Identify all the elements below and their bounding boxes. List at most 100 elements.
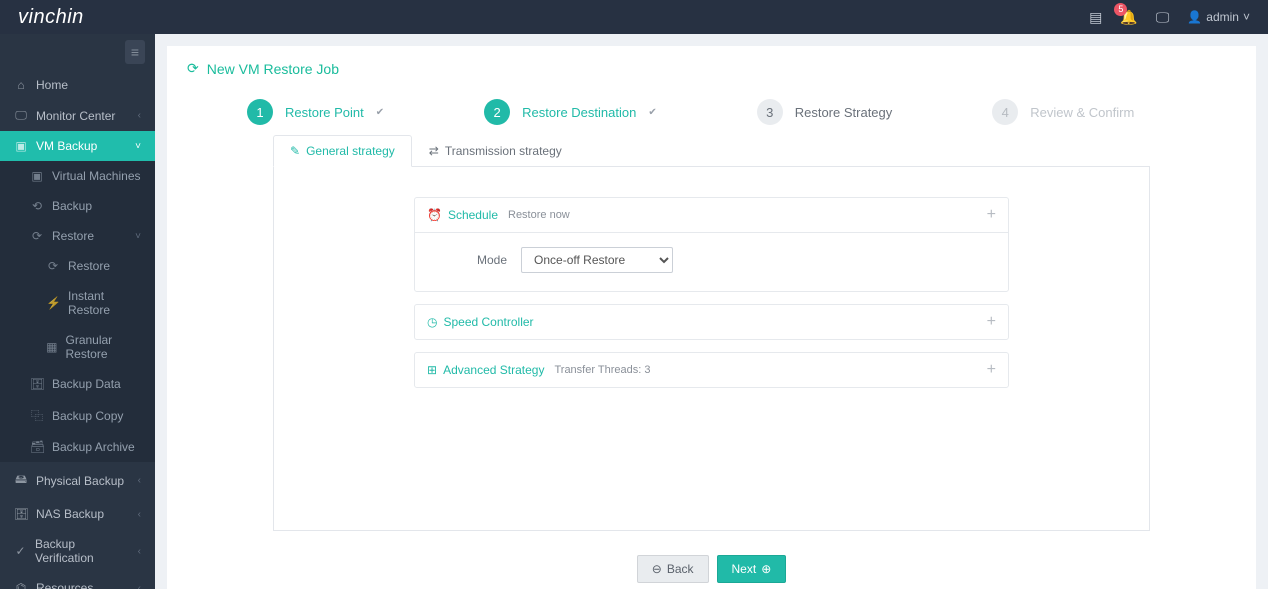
brand-vin: vin: [18, 6, 45, 28]
grid-icon: ⊞: [427, 363, 437, 377]
accordion-schedule: ⏰ Schedule Restore now + Mode Once-off Re…: [414, 197, 1009, 292]
step-number: 3: [757, 99, 783, 125]
arrow-right-icon: ⊕: [761, 562, 771, 576]
monitor-icon[interactable]: 🖵: [1156, 9, 1170, 26]
next-button[interactable]: Next⊕: [717, 555, 787, 583]
sidebar-item-label: VM Backup: [36, 139, 97, 153]
tab-transmission-strategy[interactable]: ⇄Transmission strategy: [412, 135, 579, 167]
sidebar-item-label: Backup Copy: [52, 409, 123, 423]
strategy-tabs: ✎General strategy ⇄Transmission strategy: [273, 135, 1236, 167]
mode-label: Mode: [477, 253, 507, 267]
step-restore-destination[interactable]: 2 Restore Destination ✔: [484, 99, 657, 125]
accordion-header-schedule[interactable]: ⏰ Schedule Restore now +: [415, 198, 1008, 232]
accordion-header-advanced[interactable]: ⊞ Advanced Strategy Transfer Threads: 3 +: [415, 353, 1008, 387]
accordion-title: Schedule: [448, 208, 498, 222]
sidebar-item-label: Instant Restore: [68, 289, 141, 317]
sidebar-item-granular-restore[interactable]: ▦ Granular Restore: [0, 325, 155, 369]
sidebar-item-restore[interactable]: ⟳ Restore ˅: [0, 221, 155, 251]
step-restore-point[interactable]: 1 Restore Point ✔: [247, 99, 384, 125]
strategy-form-area: ⏰ Schedule Restore now + Mode Once-off Re…: [273, 166, 1150, 531]
sidebar-item-label: Resources: [36, 581, 93, 589]
sidebar-item-label: Backup Data: [52, 377, 121, 391]
sidebar-item-backup[interactable]: ⟲ Backup: [0, 191, 155, 221]
restore-icon: ⟳: [46, 259, 60, 273]
topbar-right: ▤ 5 🔔 🖵 👤 admin ˅: [1089, 9, 1250, 26]
backup-icon: ⟲: [30, 199, 44, 213]
sidebar-item-label: Virtual Machines: [52, 169, 141, 183]
accordion-header-speed[interactable]: ◷Speed Controller +: [415, 305, 1008, 339]
vm-icon: ▣: [30, 169, 44, 183]
clock-icon: ⏰: [427, 208, 442, 222]
accordion-subtitle: Restore now: [508, 209, 570, 221]
sidebar-item-backup-archive[interactable]: 🗃Backup Archive: [0, 432, 155, 462]
sidebar-item-label: Physical Backup: [36, 474, 124, 488]
physical-backup-icon: 🖴: [14, 470, 28, 491]
restore-icon: ⟳: [30, 229, 44, 243]
gauge-icon: ◷: [427, 315, 437, 329]
sidebar-item-backup-verification[interactable]: ✓Backup Verification‹: [0, 529, 155, 573]
topbar: vinchin ▤ 5 🔔 🖵 👤 admin ˅: [0, 0, 1268, 34]
step-number: 2: [484, 99, 510, 125]
check-icon: ✔: [648, 107, 656, 118]
plus-icon: +: [987, 206, 996, 224]
back-button[interactable]: ⊖ Back: [637, 555, 709, 583]
mode-select[interactable]: Once-off Restore: [521, 247, 673, 273]
sidebar-item-monitor-center[interactable]: 🖵Monitor Center‹: [0, 100, 155, 131]
content: ⟳ New VM Restore Job 1 Restore Point ✔ 2…: [155, 34, 1268, 589]
sidebar-item-vm-backup[interactable]: ▣VM Backup˅: [0, 131, 155, 161]
arrow-left-icon: ⊖: [652, 562, 662, 576]
wizard-footer: ⊖ Back Next⊕: [187, 555, 1236, 583]
brand-chin: chin: [45, 6, 84, 28]
instant-restore-icon: ⚡: [46, 296, 60, 310]
plus-icon: +: [987, 361, 996, 379]
sidebar-item-label: Backup Archive: [52, 440, 135, 454]
sidebar-item-instant-restore[interactable]: ⚡ Instant Restore: [0, 281, 155, 325]
sidebar-item-label: Monitor Center: [36, 109, 115, 123]
collapse-button[interactable]: ≡: [125, 40, 145, 64]
accordion-title: Advanced Strategy: [443, 363, 544, 377]
wizard-steps: 1 Restore Point ✔ 2 Restore Destination …: [247, 99, 1236, 125]
list-icon[interactable]: ▤: [1089, 9, 1102, 26]
step-label: Restore Destination: [522, 105, 636, 120]
step-restore-strategy: 3 Restore Strategy: [757, 99, 893, 125]
accordion-speed-controller: ◷Speed Controller +: [414, 304, 1009, 340]
sidebar-item-label: Granular Restore: [65, 333, 141, 361]
button-label: Back: [667, 562, 694, 576]
sidebar-item-label: Restore: [52, 229, 94, 243]
pencil-icon: ✎: [290, 144, 300, 158]
step-label: Restore Point: [285, 105, 364, 120]
sidebar-item-resources[interactable]: ⌬Resources‹: [0, 573, 155, 589]
sidebar-item-backup-data[interactable]: 🗄Backup Data: [0, 369, 155, 399]
sidebar-item-nas-backup[interactable]: 🗄NAS Backup‹: [0, 499, 155, 529]
accordion-body-schedule: Mode Once-off Restore: [415, 232, 1008, 291]
sidebar-item-home[interactable]: ⌂ Home: [0, 70, 155, 100]
chevron-down-icon: ˅: [135, 231, 141, 242]
plus-icon: +: [987, 313, 996, 331]
sidebar-item-virtual-machines[interactable]: ▣ Virtual Machines: [0, 161, 155, 191]
sidebar-item-physical-backup[interactable]: 🖴 Physical Backup ‹: [0, 462, 155, 499]
resources-icon: ⌬: [14, 581, 28, 589]
sidebar-collapse-row: ≡: [0, 34, 155, 70]
accordion-subtitle: Transfer Threads: 3: [554, 364, 650, 376]
sidebar-item-label: Home: [36, 78, 68, 92]
tab-label: Transmission strategy: [445, 144, 562, 158]
tab-general-strategy[interactable]: ✎General strategy: [273, 135, 412, 167]
user-label: admin: [1206, 10, 1239, 24]
panel-title-row: ⟳ New VM Restore Job: [187, 60, 1236, 77]
user-icon: 👤: [1187, 10, 1202, 24]
nas-backup-icon: 🗄: [14, 507, 28, 521]
chevron-left-icon: ‹: [138, 509, 141, 520]
chevron-left-icon: ‹: [138, 475, 141, 486]
step-review-confirm: 4 Review & Confirm: [992, 99, 1134, 125]
panel: ⟳ New VM Restore Job 1 Restore Point ✔ 2…: [167, 46, 1256, 589]
granular-restore-icon: ▦: [46, 340, 57, 354]
chevron-down-icon: ˅: [135, 141, 141, 152]
sidebar-item-label: Restore: [68, 259, 110, 273]
sidebar-item-backup-copy[interactable]: ⿻Backup Copy: [0, 399, 155, 432]
sidebar-item-restore-sub[interactable]: ⟳ Restore: [0, 251, 155, 281]
user-menu[interactable]: 👤 admin ˅: [1187, 10, 1250, 24]
notifications-icon[interactable]: 5 🔔: [1120, 9, 1137, 26]
home-icon: ⌂: [14, 78, 28, 92]
sidebar: ≡ ⌂ Home 🖵Monitor Center‹ ▣ VM Backup ˅ ▣ Vi…: [0, 34, 155, 589]
sidebar-item-label: Backup: [52, 199, 92, 213]
